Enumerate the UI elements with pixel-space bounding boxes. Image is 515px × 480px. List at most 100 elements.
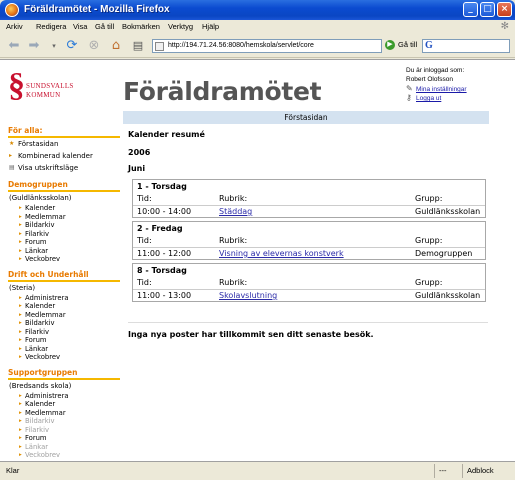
event-subject-link[interactable]: Skolavslutning	[219, 290, 277, 302]
sidebar-item-forum[interactable]: ▸ Forum	[8, 336, 120, 345]
subject-header: Rubrik:	[219, 194, 248, 203]
sidebar-item-medlemmar[interactable]: ▸ Medlemmar	[8, 213, 120, 222]
sidebar-section-title[interactable]: Demogruppen	[8, 180, 120, 192]
go-button[interactable]: ▶ Gå till	[385, 40, 418, 51]
sidebar-item-filarkiv: ▸ Filarkiv	[19, 425, 49, 434]
sidebar-item-lankar[interactable]: ▸ Länkar	[8, 247, 120, 256]
menu-verktyg[interactable]: Verktyg	[168, 22, 193, 31]
page-icon[interactable]: ▤	[130, 38, 146, 54]
menu-ga-till[interactable]: Gå till	[95, 22, 114, 31]
sidebar-item-administrera[interactable]: ▸ Administrera	[8, 392, 120, 401]
go-label: Gå till	[398, 40, 418, 49]
logged-in-label: Du är inloggad som:	[406, 67, 465, 74]
sidebar-item-kalender[interactable]: ▸ Kalender	[8, 302, 120, 311]
history-dropdown-icon[interactable]: ▾	[46, 38, 62, 54]
sidebar-item-kalender[interactable]: ▸ Kalender	[8, 400, 120, 409]
menu-hjalp[interactable]: Hjälp	[202, 22, 219, 31]
sidebar-item-utskriftslage[interactable]: ▤ Visa utskriftsläge	[8, 162, 120, 174]
reload-icon[interactable]: ⟳	[64, 38, 80, 54]
sidebar-section-title[interactable]: Supportgruppen	[8, 368, 120, 380]
event-subject-link[interactable]: Städdag	[219, 206, 252, 218]
logo-text-line1: SUNDSVALLS	[26, 82, 74, 90]
search-input[interactable]: G	[422, 39, 510, 53]
sidebar-item-kombinerad-kalender[interactable]: ▸ Kombinerad kalender	[8, 150, 120, 162]
user-name: Robert Olofsson	[406, 76, 453, 83]
sidebar: För alla: ★ Förstasidan ▸ Kombinerad kalen…	[8, 126, 120, 460]
google-search-icon: G	[425, 40, 433, 51]
logo-text-line2: KOMMUN	[26, 91, 61, 99]
settings-link[interactable]: Mina inställningar	[416, 86, 467, 93]
menu-bokmarken[interactable]: Bokmärken	[122, 22, 160, 31]
logo-mark-icon: §	[8, 67, 25, 104]
event-time: 11:00 - 13:00	[137, 291, 192, 300]
sidebar-item-filarkiv[interactable]: ▸ Filarkiv	[8, 328, 120, 337]
page-favicon-icon	[155, 42, 164, 51]
group-header: Grupp:	[415, 236, 443, 245]
menu-bar: Arkiv Redigera Visa Gå till Bokmärken Ve…	[0, 20, 515, 34]
time-header: Tid:	[137, 236, 152, 245]
event-day: 8 - Torsdag	[137, 266, 187, 275]
adblock-button[interactable]: Adblock	[462, 464, 494, 478]
subject-header: Rubrik:	[219, 236, 248, 245]
close-button[interactable]: ×	[497, 2, 512, 17]
calendar-summary: Kalender resumé 2006 Juni 1 - Torsdag Ti…	[128, 128, 488, 305]
event-day: 1 - Torsdag	[137, 182, 187, 191]
maximize-button[interactable]: □	[480, 2, 495, 17]
address-url: http://194.71.24.56:8080/hemskola/servle…	[168, 42, 314, 49]
menu-redigera[interactable]: Redigera	[36, 22, 66, 31]
sidebar-item-kalender[interactable]: ▸ Kalender	[8, 204, 120, 213]
time-header: Tid:	[137, 194, 152, 203]
sidebar-item-forum[interactable]: ▸ Forum	[8, 434, 120, 443]
sidebar-item-medlemmar[interactable]: ▸ Medlemmar	[8, 409, 120, 418]
section-heading: Kalender resumé	[128, 130, 205, 139]
sidebar-item-administrera[interactable]: ▸ Administrera	[8, 294, 120, 303]
address-bar[interactable]: http://194.71.24.56:8080/hemskola/servle…	[152, 39, 382, 53]
sidebar-item-forstasidan[interactable]: ★ Förstasidan	[8, 138, 120, 150]
menu-arkiv[interactable]: Arkiv	[6, 22, 23, 31]
back-icon[interactable]: ⬅	[6, 38, 22, 54]
sidebar-section-title: För alla:	[8, 126, 120, 138]
key-icon: ⚷	[406, 93, 412, 102]
title-bar: Föräldramötet - Mozilla Firefox _ □ ×	[0, 0, 515, 20]
logout-link[interactable]: Logga ut	[416, 95, 441, 102]
event-subject-link[interactable]: Visning av elevernas konstverk	[219, 248, 344, 260]
menu-visa[interactable]: Visa	[73, 22, 87, 31]
event-group: Guldlänksskolan	[415, 207, 481, 216]
user-panel: Du är inloggad som: Robert Olofsson ✎ Min…	[406, 66, 512, 102]
breadcrumb: Förstasidan	[123, 111, 489, 124]
event-group: Guldlänksskolan	[415, 291, 481, 300]
group-school-note: (Steria)	[9, 283, 36, 292]
arrow-bullet-icon: ▸	[9, 152, 13, 159]
group-header: Grupp:	[415, 278, 443, 287]
group-school-note: (Guldlänksskolan)	[9, 194, 72, 202]
event-time: 10:00 - 14:00	[137, 207, 192, 216]
divider	[128, 322, 488, 323]
sidebar-section-title[interactable]: Drift och Underhåll	[8, 270, 120, 282]
pencil-icon: ✎	[406, 84, 413, 93]
sidebar-item-medlemmar[interactable]: ▸ Medlemmar	[8, 311, 120, 320]
status-text: Klar	[6, 466, 20, 475]
sidebar-item-veckobrev[interactable]: ▸ Veckobrev	[8, 255, 120, 264]
go-arrow-icon: ▶	[385, 40, 395, 51]
sidebar-item-veckobrev: ▸ Veckobrev	[19, 451, 61, 459]
event-card: 8 - Torsdag Tid: Rubrik: Grupp: 11:00 - …	[132, 263, 486, 302]
sidebar-item-veckobrev[interactable]: ▸ Veckobrev	[8, 353, 120, 362]
stop-icon[interactable]: ⊗	[86, 38, 102, 54]
sidebar-item-lankar[interactable]: ▸ Länkar	[8, 345, 120, 354]
minimize-button[interactable]: _	[463, 2, 478, 17]
status-cell: ---	[434, 464, 447, 478]
sidebar-item-filarkiv[interactable]: ▸ Filarkiv	[8, 230, 120, 239]
forward-icon[interactable]: ➡	[26, 38, 42, 54]
sidebar-item-bildarkiv[interactable]: ▸ Bildarkiv	[8, 221, 120, 230]
subject-header: Rubrik:	[219, 278, 248, 287]
sidebar-item-bildarkiv[interactable]: ▸ Bildarkiv	[8, 319, 120, 328]
home-bullet-icon: ★	[9, 140, 15, 147]
firefox-icon	[5, 3, 19, 17]
event-card: 2 - Fredag Tid: Rubrik: Grupp: 11:00 - 1…	[132, 221, 486, 260]
sundsvall-logo: § SUNDSVALLS KOMMUN	[8, 68, 108, 110]
home-icon[interactable]: ⌂	[108, 38, 124, 54]
sidebar-item-bildarkiv: ▸ Bildarkiv	[19, 417, 55, 425]
event-group: Demogruppen	[415, 249, 473, 258]
sidebar-item-forum[interactable]: ▸ Forum	[8, 238, 120, 247]
sidebar-item-lankar: ▸ Länkar	[19, 442, 49, 451]
